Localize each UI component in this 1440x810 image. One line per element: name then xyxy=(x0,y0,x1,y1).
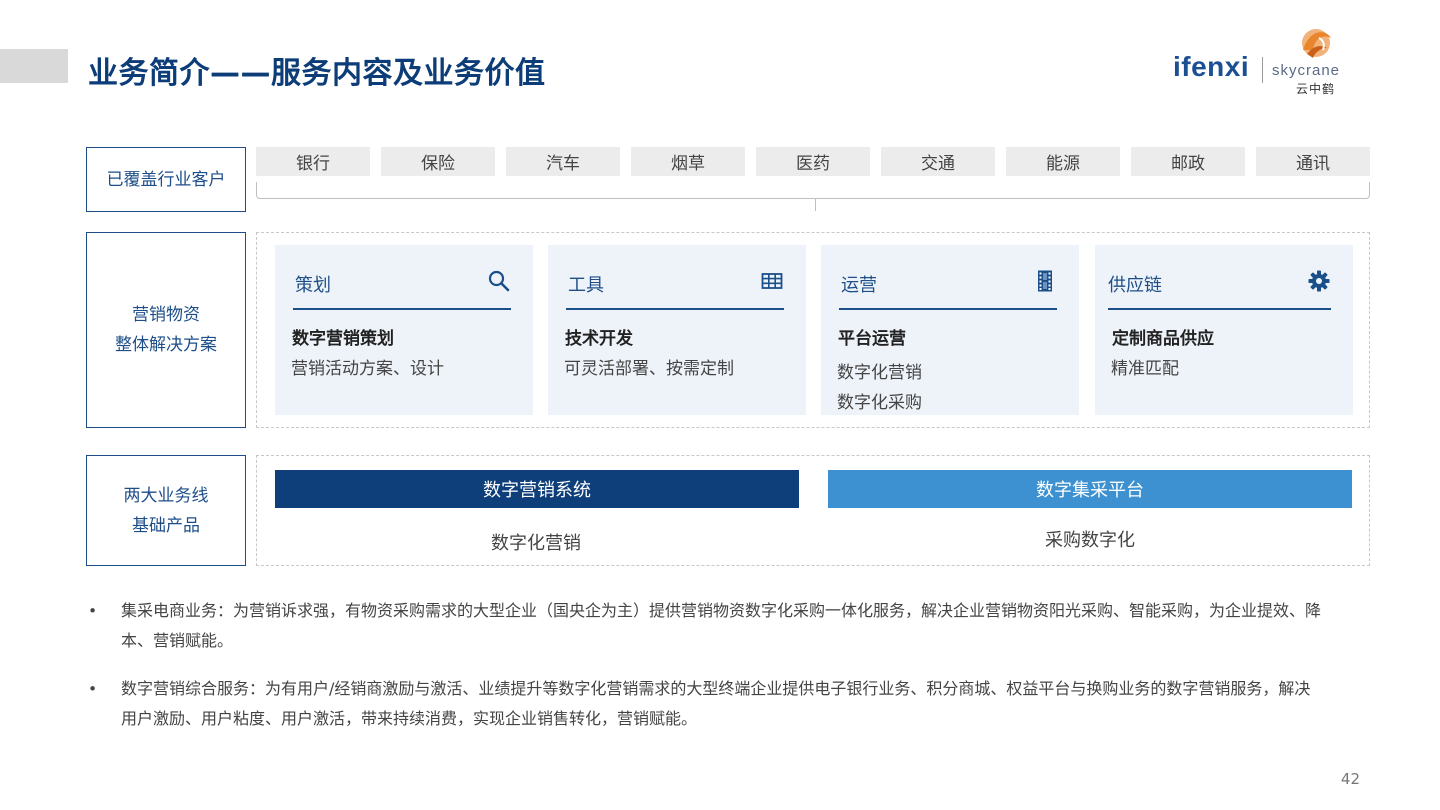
skycrane-chinese-logo: 云中鹤 xyxy=(1296,82,1336,96)
products-label-line: 基础产品 xyxy=(132,515,200,536)
card-detail: 营销活动方案、设计 xyxy=(291,359,444,379)
card-heading: 技术开发 xyxy=(565,329,633,349)
card-detail: 数字化营销 xyxy=(837,363,922,383)
card-title: 策划 xyxy=(295,275,331,296)
product-banner-marketing-system: 数字营销系统 xyxy=(275,470,799,508)
search-icon xyxy=(488,270,510,292)
product-banner-procurement-platform: 数字集采平台 xyxy=(828,470,1352,508)
bullet-line: 集采电商业务：为营销诉求强，有物资采购需求的大型企业（国央企为主）提供营销物资数… xyxy=(121,601,1322,620)
page-title: 业务简介——服务内容及业务价值 xyxy=(88,56,546,91)
industry-tag: 交通 xyxy=(881,147,995,176)
solutions-label-line: 营销物资 xyxy=(132,305,200,325)
solutions-row-label: 营销物资 整体解决方案 xyxy=(86,232,246,428)
title-accent-tab xyxy=(0,49,68,83)
card-heading: 定制商品供应 xyxy=(1112,329,1214,349)
industry-bracket xyxy=(256,182,1370,199)
card-divider xyxy=(839,308,1057,310)
product-caption: 数字化营销 xyxy=(491,533,581,554)
card-divider xyxy=(1108,308,1331,310)
industry-bracket-tick xyxy=(815,198,816,211)
skycrane-emblem-icon xyxy=(1302,29,1331,58)
solutions-label-line: 整体解决方案 xyxy=(115,335,217,355)
products-row-label: 两大业务线 基础产品 xyxy=(86,455,246,566)
card-heading: 平台运营 xyxy=(838,329,906,349)
product-caption: 采购数字化 xyxy=(1045,530,1135,551)
products-label-line: 两大业务线 xyxy=(123,485,209,506)
solution-card-supply-chain: 供应链 定制商品供应 精准匹配 xyxy=(1095,245,1353,415)
industry-tag: 保险 xyxy=(381,147,495,176)
industry-tag: 汽车 xyxy=(506,147,620,176)
gear-icon xyxy=(1308,270,1330,292)
card-detail: 数字化采购 xyxy=(837,393,922,413)
solution-card-tools: 工具 技术开发 可灵活部署、按需定制 xyxy=(548,245,806,415)
card-detail: 可灵活部署、按需定制 xyxy=(564,359,734,379)
industry-tag: 能源 xyxy=(1006,147,1120,176)
card-divider xyxy=(293,308,511,310)
card-title: 供应链 xyxy=(1108,275,1162,296)
industries-row-label: 已覆盖行业客户 xyxy=(86,147,246,212)
card-heading: 数字营销策划 xyxy=(292,329,394,349)
page-number: 42 xyxy=(1340,770,1360,788)
table-icon xyxy=(761,273,783,289)
industry-tag: 通讯 xyxy=(1256,147,1370,176)
skycrane-logo: skycrane xyxy=(1272,62,1341,79)
industry-tag: 医药 xyxy=(756,147,870,176)
solution-card-planning: 策划 数字营销策划 营销活动方案、设计 xyxy=(275,245,533,415)
industry-tag: 邮政 xyxy=(1131,147,1245,176)
card-divider xyxy=(566,308,784,310)
industry-tag: 烟草 xyxy=(631,147,745,176)
card-title: 运营 xyxy=(841,275,877,296)
logo-divider xyxy=(1262,57,1263,83)
bullet-marker: • xyxy=(88,680,98,698)
bullet-line: 本、营销赋能。 xyxy=(121,631,234,650)
bullet-item: 集采电商业务：为营销诉求强，有物资采购需求的大型企业（国央企为主）提供营销物资数… xyxy=(121,596,1371,656)
bullet-item: 数字营销综合服务：为有用户/经销商激励与激活、业绩提升等数字化营销需求的大型终端… xyxy=(121,674,1371,734)
industry-tag: 银行 xyxy=(256,147,370,176)
film-icon xyxy=(1038,270,1052,292)
bullet-marker: • xyxy=(88,602,98,620)
industries-label: 已覆盖行业客户 xyxy=(106,169,226,190)
bullet-line: 用户激励、用户粘度、用户激活，带来持续消费，实现企业销售转化，营销赋能。 xyxy=(121,709,698,728)
solution-card-operations: 运营 平台运营 数字化营销 数字化采购 xyxy=(821,245,1079,415)
bullet-line: 数字营销综合服务：为有用户/经销商激励与激活、业绩提升等数字化营销需求的大型终端… xyxy=(121,679,1311,698)
ifenxi-logo: ifenxi xyxy=(1173,51,1250,82)
card-detail: 精准匹配 xyxy=(1111,359,1179,379)
card-title: 工具 xyxy=(568,275,604,296)
